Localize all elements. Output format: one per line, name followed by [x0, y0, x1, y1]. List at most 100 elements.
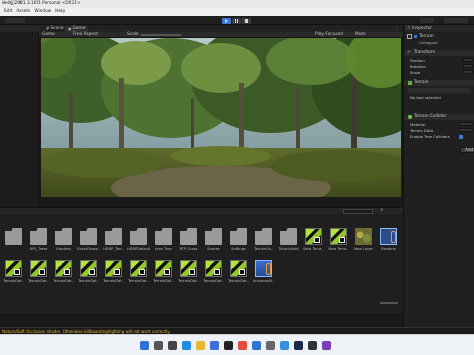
- asset-tile[interactable]: TerrainDat..: [102, 260, 125, 290]
- window-controls[interactable]: — ▢ ✕: [2, 1, 470, 6]
- asset-label: TerrainDat..: [128, 279, 149, 283]
- add-component-button[interactable]: Add: [460, 147, 474, 153]
- mail-icon[interactable]: [252, 341, 261, 350]
- asset-tile[interactable]: TerrainDat..: [27, 260, 50, 290]
- project-assets-grid: AYS_Trees Gardens GrassFlowe.. HDRP_Terr.. H…: [0, 214, 403, 313]
- asset-tile[interactable]: AYS_Trees: [27, 228, 50, 258]
- search-icon[interactable]: [154, 341, 163, 350]
- active-checkbox[interactable]: [414, 35, 417, 38]
- icon-size-slider[interactable]: [380, 302, 398, 304]
- hierarchy-row[interactable]: [0, 40, 39, 45]
- visual-studio-icon[interactable]: [322, 341, 331, 350]
- play-button[interactable]: [222, 18, 231, 24]
- play-focused-dropdown[interactable]: Play Focused: [315, 32, 343, 37]
- terrain-component-header[interactable]: Terrain: [404, 80, 474, 86]
- asset-tile[interactable]: Readme: [377, 228, 400, 258]
- asset-tile[interactable]: GrassFlowe..: [77, 228, 100, 258]
- asset-tile[interactable]: New Layer: [352, 228, 375, 258]
- game-icon: ◉: [68, 26, 72, 31]
- position-field[interactable]: [463, 58, 473, 62]
- asset-tile[interactable]: New Terra..: [302, 228, 325, 258]
- terminal-icon[interactable]: [308, 341, 317, 350]
- terrain-data-field[interactable]: [459, 128, 473, 132]
- terrain-data-icon: [30, 260, 47, 277]
- start-icon[interactable]: [140, 341, 149, 350]
- hierarchy-row[interactable]: [0, 46, 39, 51]
- material-field[interactable]: [459, 122, 473, 126]
- menu-window[interactable]: Window: [34, 9, 51, 14]
- rotation-field[interactable]: [463, 64, 473, 68]
- menu-assets[interactable]: Assets: [16, 9, 30, 14]
- hierarchy-row[interactable]: [0, 34, 39, 39]
- asset-tile[interactable]: HDRP_Terr..: [102, 228, 125, 258]
- account-dropdown[interactable]: [5, 18, 25, 23]
- asset-tile[interactable]: Scenes: [202, 228, 225, 258]
- menu-help[interactable]: Help: [55, 9, 65, 14]
- scale-label: Scale: [127, 32, 139, 37]
- asset-label: TerrainDat..: [103, 279, 124, 283]
- asset-label: New Terra..: [328, 247, 349, 251]
- more-options-icon[interactable]: ⋮: [395, 26, 399, 31]
- chrome-icon[interactable]: [238, 341, 247, 350]
- unity-icon[interactable]: [224, 341, 233, 350]
- terrain-component-title: Terrain: [414, 80, 429, 85]
- asset-tile[interactable]: [2, 228, 25, 258]
- transform-header[interactable]: ⊹ Transform: [404, 50, 474, 56]
- tag-dropdown[interactable]: Untagged: [419, 41, 438, 45]
- mute-toggle[interactable]: Mute: [355, 32, 366, 37]
- asset-tile[interactable]: TerrainDat..: [227, 260, 250, 290]
- step-icon: [245, 19, 248, 23]
- asset-label: New Terra..: [303, 247, 324, 251]
- scale-field[interactable]: [463, 70, 473, 74]
- asset-tile[interactable]: TerrainDat..: [52, 260, 75, 290]
- tree-colliders-checkbox[interactable]: [459, 135, 463, 139]
- photos-icon[interactable]: [280, 341, 289, 350]
- steam-icon[interactable]: [294, 341, 303, 350]
- asset-label: HDRP_Terr..: [103, 247, 124, 251]
- asset-label: TerrainDat..: [53, 279, 74, 283]
- store-icon[interactable]: [210, 341, 219, 350]
- pause-button[interactable]: [232, 18, 241, 24]
- edge-icon[interactable]: [182, 341, 191, 350]
- windows-taskbar: [0, 334, 474, 355]
- asset-tile[interactable]: TerrainDat..: [2, 260, 25, 290]
- asset-tile[interactable]: TerrainSa..: [252, 228, 275, 258]
- asset-tile[interactable]: Jean Tree: [152, 228, 175, 258]
- menu-edit[interactable]: Edit: [4, 9, 12, 14]
- asset-tile[interactable]: HDRPDefault..: [127, 228, 150, 258]
- asset-label: TerrainDat..: [203, 279, 224, 283]
- asset-tile[interactable]: TerrainDat..: [177, 260, 200, 290]
- collider-header[interactable]: Terrain Collider: [404, 114, 474, 120]
- asset-tile[interactable]: TerrainDat..: [152, 260, 175, 290]
- display-dropdown[interactable]: Game: [42, 32, 55, 37]
- asset-tile[interactable]: TerrainDat..: [127, 260, 150, 290]
- asset-tile[interactable]: TerrainDat..: [77, 260, 100, 290]
- terrain-data-icon: [80, 260, 97, 277]
- task-view-icon[interactable]: [168, 341, 177, 350]
- scale-slider[interactable]: [141, 34, 181, 36]
- terrain-layer-icon: [355, 228, 372, 245]
- asset-tile[interactable]: TutorialInfo: [277, 228, 300, 258]
- play-icon: [225, 19, 228, 23]
- asset-tile[interactable]: Gardens: [52, 228, 75, 258]
- asset-label: UniversalR..: [252, 279, 275, 283]
- file-explorer-icon[interactable]: [196, 341, 205, 350]
- transform-icon: ⊹: [407, 50, 411, 55]
- asset-tile[interactable]: UniversalR..: [252, 260, 275, 290]
- step-button[interactable]: [242, 18, 251, 24]
- cube-icon: [407, 34, 412, 39]
- collider-title: Terrain Collider: [414, 114, 447, 119]
- asset-tile[interactable]: New Terra..: [327, 228, 350, 258]
- aspect-dropdown[interactable]: Free Aspect: [73, 32, 98, 37]
- toolbar: [0, 16, 474, 25]
- asset-tile[interactable]: TerrainDat..: [202, 260, 225, 290]
- terrain-tools-bar[interactable]: [408, 88, 470, 93]
- settings-icon[interactable]: [266, 341, 275, 350]
- inspector-tab[interactable]: Inspector ⓘ: [404, 25, 474, 32]
- game-viewport[interactable]: [41, 38, 401, 197]
- asset-label: Scenes: [207, 247, 220, 251]
- layout-dropdown[interactable]: [444, 18, 468, 23]
- layers-dropdown[interactable]: [420, 18, 434, 23]
- asset-tile[interactable]: RTP Grass: [177, 228, 200, 258]
- asset-tile[interactable]: Settings: [227, 228, 250, 258]
